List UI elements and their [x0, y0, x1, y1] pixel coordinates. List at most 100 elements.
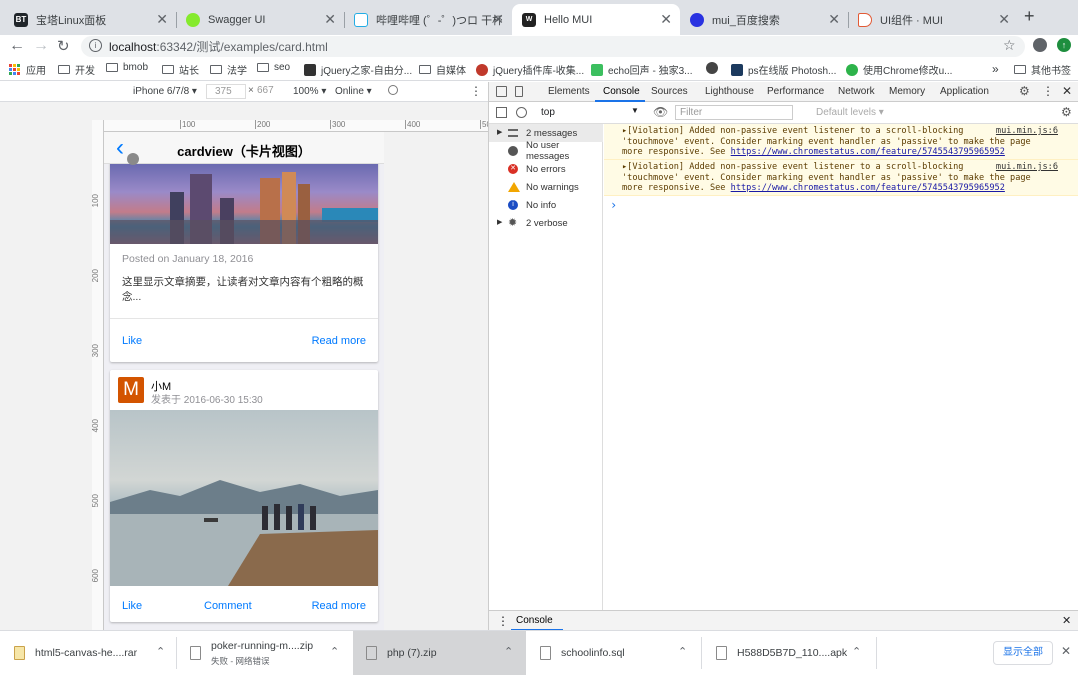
like-link[interactable]: Like — [122, 600, 142, 612]
download-item[interactable]: H588D5B7D_110....apk ⌃ — [716, 631, 876, 675]
bookmark-star-icon[interactable]: ☆ — [1003, 37, 1016, 54]
close-tab-icon[interactable]: ✕ — [828, 11, 840, 28]
bookmark-folder-media[interactable]: 自媒体 — [419, 62, 466, 77]
device-height-input[interactable]: 667 — [251, 84, 281, 99]
zoom-select[interactable]: 100% ▾ — [293, 86, 326, 97]
bookmark-unnamed[interactable] — [706, 62, 723, 74]
message-url-link[interactable]: https://www.chromestatus.com/feature/574… — [731, 183, 1005, 193]
source-link[interactable]: mui.min.js:6 — [996, 162, 1058, 173]
bookmarks-overflow-button[interactable]: » — [992, 62, 999, 76]
sidebar-item-verbose[interactable]: ▶ ✹ 2 verbose — [489, 214, 603, 232]
chevron-up-icon[interactable]: ⌃ — [852, 645, 861, 658]
console-warning-message[interactable]: ▸[Violation] Added non-passive event lis… — [604, 160, 1078, 196]
more-options-icon[interactable]: ⋮ — [470, 84, 482, 98]
close-tab-icon[interactable]: ✕ — [998, 11, 1010, 28]
drawer-tab-console[interactable]: Console — [516, 615, 553, 626]
bookmark-ps-online[interactable]: ps在线版 Photosh... — [731, 62, 836, 77]
sidebar-item-info[interactable]: i No info — [489, 196, 603, 214]
chevron-up-icon[interactable]: ⌃ — [504, 645, 513, 658]
chevron-up-icon[interactable]: ⌃ — [156, 645, 165, 658]
inspect-element-icon[interactable] — [496, 86, 507, 97]
source-link[interactable]: mui.min.js:6 — [996, 126, 1058, 137]
bookmark-apps[interactable]: 应用 — [9, 62, 46, 77]
forward-arrow-icon[interactable]: → — [33, 37, 49, 55]
network-throttle-select[interactable]: Online ▾ — [335, 86, 372, 97]
tab-network[interactable]: Network — [838, 86, 875, 97]
sidebar-item-warnings[interactable]: No warnings — [489, 178, 603, 196]
like-link[interactable]: Like — [122, 335, 142, 347]
folder-icon — [106, 63, 118, 72]
tab-ui-mui[interactable]: UI组件 · MUI ✕ — [848, 4, 1018, 35]
tab-swagger[interactable]: Swagger UI ✕ — [176, 4, 344, 35]
tab-application[interactable]: Application — [940, 86, 989, 97]
close-tab-icon[interactable]: ✕ — [492, 11, 504, 28]
bookmark-jquery-plugins[interactable]: jQuery插件库-收集... — [476, 62, 584, 77]
bookmark-folder-seo[interactable]: seo — [257, 62, 290, 73]
bookmark-echo[interactable]: echo回声 - 独家3... — [591, 62, 692, 77]
reload-icon[interactable]: ↻ — [57, 37, 70, 55]
download-item[interactable]: html5-canvas-he....rar ⌃ — [14, 631, 174, 675]
context-select[interactable]: top — [541, 107, 555, 118]
tab-console[interactable]: Console — [603, 86, 640, 97]
close-tab-icon[interactable]: ✕ — [156, 11, 168, 28]
settings-gear-icon[interactable]: ⚙ — [1019, 84, 1030, 98]
tab-lighthouse[interactable]: Lighthouse — [705, 86, 754, 97]
device-width-input[interactable]: 375 — [206, 84, 246, 99]
sidebar-item-user-messages[interactable]: No user messages — [489, 140, 603, 162]
download-item-failed[interactable]: poker-running-m....zip 失败 - 网络错误 ⌃ — [190, 631, 350, 675]
device-toggle-icon[interactable] — [515, 86, 523, 97]
tab-bilibili[interactable]: 哔哩哔哩 (゜-゜)つロ 干杯~-b ✕ — [344, 4, 512, 35]
download-item[interactable]: schoolinfo.sql ⌃ — [540, 631, 700, 675]
console-warning-message[interactable]: ▸[Violation] Added non-passive event lis… — [604, 124, 1078, 160]
info-icon[interactable]: i — [89, 39, 102, 52]
bookmark-label: 自媒体 — [436, 66, 466, 77]
close-tab-icon[interactable]: ✕ — [660, 11, 672, 28]
comment-link[interactable]: Comment — [204, 600, 252, 612]
tab-hello-mui[interactable]: W Hello MUI ✕ — [512, 4, 680, 35]
address-bar[interactable]: i localhost:63342/测试/examples/card.html — [81, 36, 1025, 57]
bookmark-folder-law[interactable]: 法学 — [210, 62, 247, 77]
update-icon[interactable]: ↑ — [1057, 38, 1071, 52]
sidebar-item-errors[interactable]: ✕ No errors — [489, 160, 603, 178]
expand-arrow-icon[interactable]: ▶ — [497, 218, 502, 226]
tab-elements[interactable]: Elements — [548, 86, 590, 97]
console-settings-gear-icon[interactable]: ⚙ — [1061, 105, 1072, 119]
chevron-up-icon[interactable]: ⌃ — [330, 645, 339, 658]
eye-icon[interactable]: 👁 — [653, 105, 668, 119]
download-item[interactable]: php (7).zip ⌃ — [353, 631, 526, 675]
tab-performance[interactable]: Performance — [767, 86, 824, 97]
close-tab-icon[interactable]: ✕ — [324, 11, 336, 28]
device-select[interactable]: iPhone 6/7/8 ▾ — [133, 86, 197, 97]
close-drawer-icon[interactable]: ✕ — [1062, 614, 1071, 627]
sidebar-toggle-icon[interactable] — [496, 107, 507, 118]
drawer-menu-icon[interactable]: ⋮ — [497, 614, 509, 628]
console-filter-input[interactable]: Filter — [675, 105, 793, 120]
message-url-link[interactable]: https://www.chromestatus.com/feature/574… — [731, 147, 1005, 157]
bookmark-folder-bmob[interactable]: bmob — [106, 62, 148, 73]
bookmark-chrome-mod[interactable]: 使用Chrome修改u... — [846, 62, 952, 77]
bookmark-folder-dev[interactable]: 开发 — [58, 62, 95, 77]
read-more-link[interactable]: Read more — [312, 335, 366, 347]
log-levels-select[interactable]: Default levels ▾ — [816, 107, 884, 118]
show-all-downloads-button[interactable]: 显示全部 — [993, 641, 1053, 665]
rotate-icon[interactable] — [388, 85, 398, 95]
new-tab-button[interactable]: + — [1024, 6, 1035, 27]
console-prompt[interactable]: › — [604, 196, 1078, 212]
chevron-up-icon[interactable]: ⌃ — [678, 645, 687, 658]
more-options-icon[interactable]: ⋮ — [1042, 84, 1054, 98]
tab-sources[interactable]: Sources — [651, 86, 688, 97]
profile-avatar-icon[interactable] — [1033, 38, 1047, 52]
back-arrow-icon[interactable]: ← — [9, 37, 25, 55]
close-devtools-icon[interactable]: ✕ — [1062, 84, 1072, 98]
bookmark-jquery-home[interactable]: jQuery之家-自由分... — [304, 62, 412, 77]
clear-console-icon[interactable] — [516, 107, 527, 118]
tab-memory[interactable]: Memory — [889, 86, 925, 97]
expand-arrow-icon[interactable]: ▶ — [497, 128, 502, 136]
read-more-link[interactable]: Read more — [312, 600, 366, 612]
bookmark-folder-webmaster[interactable]: 站长 — [162, 62, 199, 77]
tab-baota[interactable]: BT 宝塔Linux面板 ✕ — [4, 4, 176, 35]
other-bookmarks-folder[interactable]: 其他书签 — [1014, 62, 1071, 77]
message-line: 'touchmove' event. Consider marking even… — [622, 136, 1031, 147]
close-download-bar-icon[interactable]: ✕ — [1061, 644, 1071, 658]
tab-baidu[interactable]: mui_百度搜索 ✕ — [680, 4, 848, 35]
